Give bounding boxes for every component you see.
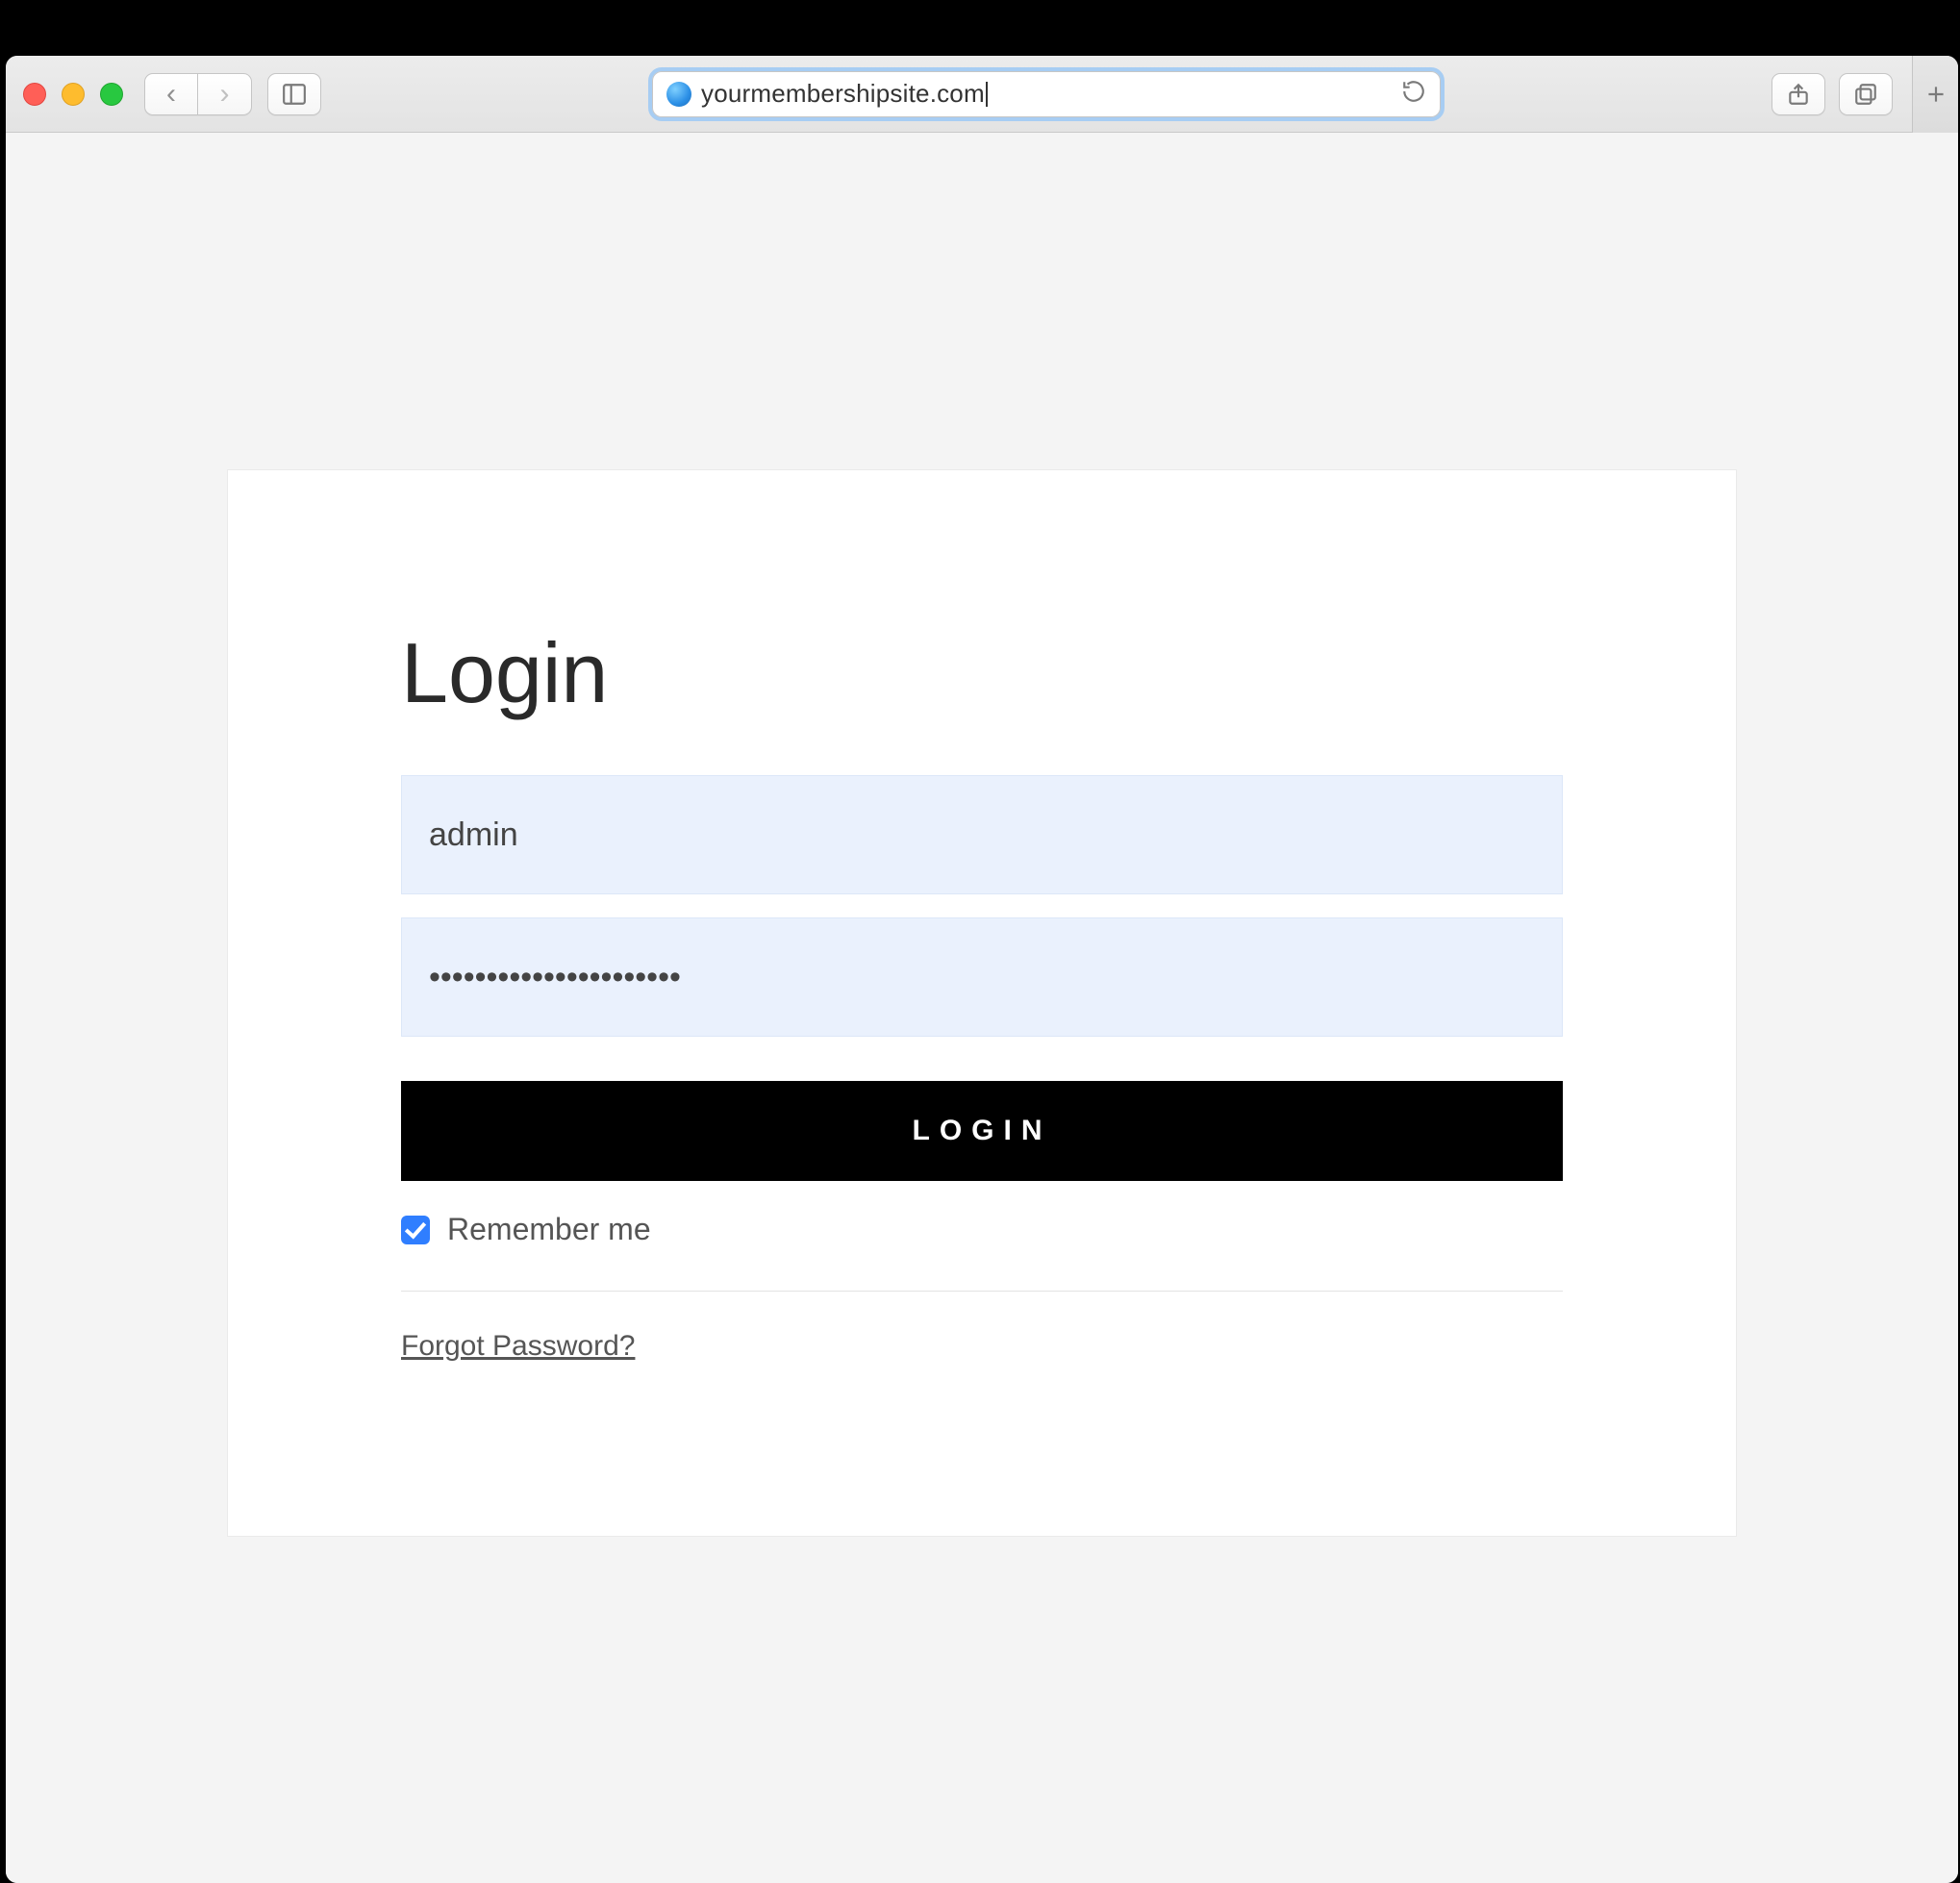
zoom-window-button[interactable] [100,83,123,106]
safari-window: ‹ › yourmembershipsite.com [6,56,1958,1883]
sidebar-toggle-button[interactable] [267,73,321,115]
minimize-window-button[interactable] [62,83,85,106]
share-button[interactable] [1772,73,1825,115]
show-tabs-button[interactable] [1839,73,1893,115]
sidebar-icon [282,82,307,107]
chevron-left-icon: ‹ [166,80,176,109]
remember-me-checkbox[interactable] [401,1216,430,1244]
forgot-password-link[interactable]: Forgot Password? [401,1330,635,1363]
toolbar-right [1772,56,1937,133]
address-bar[interactable]: yourmembershipsite.com [652,71,1441,117]
globe-icon [666,82,691,107]
new-tab-button[interactable] [1912,56,1958,133]
forward-button[interactable]: › [198,73,252,115]
plus-icon [1923,82,1948,107]
reload-button[interactable] [1401,79,1426,109]
text-caret [986,82,988,107]
login-button[interactable]: LOGIN [401,1081,1563,1181]
back-button[interactable]: ‹ [144,73,198,115]
tabs-icon [1853,82,1878,107]
username-input[interactable] [401,775,1563,894]
chevron-right-icon: › [220,80,230,109]
login-card: Login LOGIN Remember me Forgot Password? [227,469,1737,1537]
password-input[interactable] [401,917,1563,1037]
remember-me-row[interactable]: Remember me [401,1212,1563,1247]
page-title: Login [401,624,1563,722]
window-controls [23,83,123,106]
close-window-button[interactable] [23,83,46,106]
reload-icon [1401,79,1426,104]
address-bar-text: yourmembershipsite.com [701,79,985,109]
browser-toolbar: ‹ › yourmembershipsite.com [6,56,1958,133]
share-icon [1786,82,1811,107]
divider [401,1291,1563,1292]
remember-me-label: Remember me [447,1212,651,1247]
page-viewport: Login LOGIN Remember me Forgot Password? [6,469,1958,1883]
nav-buttons: ‹ › [144,73,252,115]
